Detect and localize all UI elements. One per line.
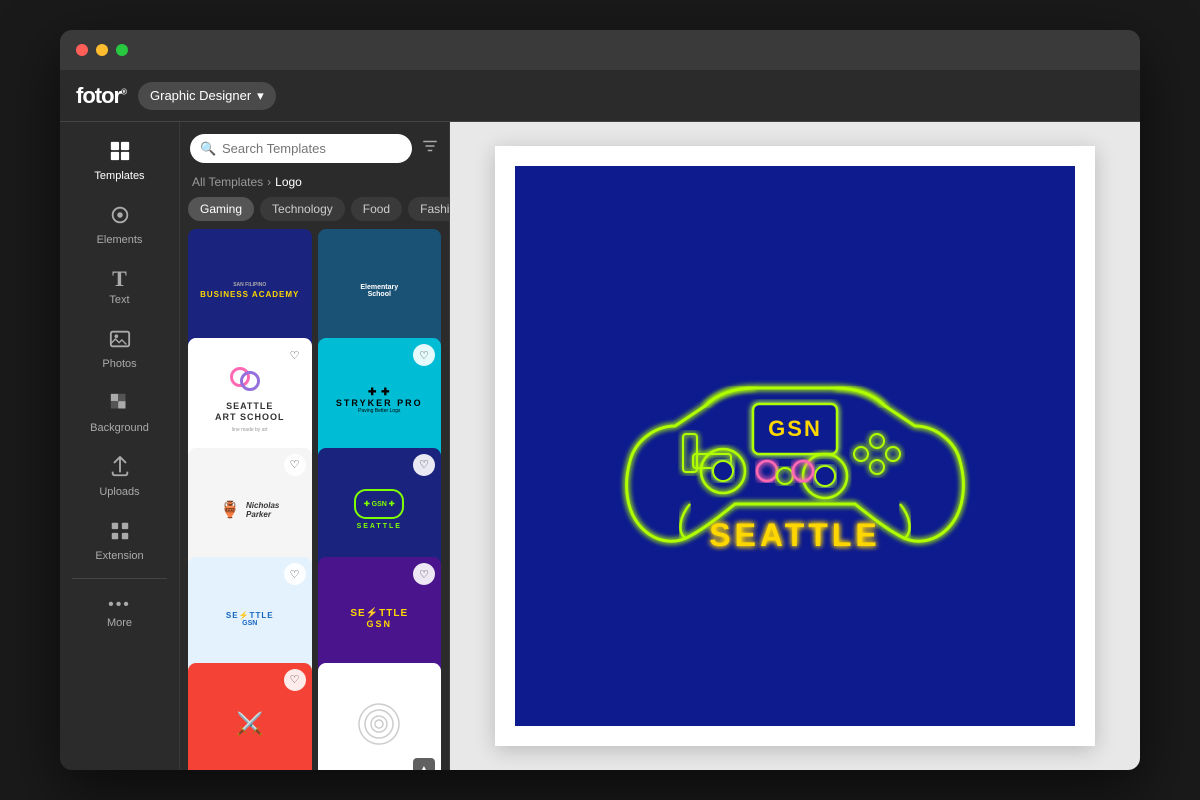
filter-button[interactable]	[421, 137, 439, 160]
more-icon: •••	[108, 597, 131, 613]
sidebar-item-elements[interactable]: Elements	[60, 194, 179, 254]
template-grid: SAN FILIPINO BUSINESS ACADEMY Elementary…	[180, 229, 449, 770]
sidebar-item-label: Templates	[94, 170, 144, 182]
text-icon: T	[112, 268, 127, 290]
template-card-2[interactable]: Elementary School	[318, 229, 442, 353]
tab-technology[interactable]: Technology	[260, 197, 345, 221]
tab-food[interactable]: Food	[351, 197, 402, 221]
sidebar-item-label: Photos	[102, 358, 136, 370]
close-button[interactable]	[76, 44, 88, 56]
template-card-1[interactable]: SAN FILIPINO BUSINESS ACADEMY	[188, 229, 312, 353]
sidebar-item-label: Extension	[95, 550, 143, 562]
mode-dropdown[interactable]: Graphic Designer ▾	[138, 82, 276, 110]
sidebar-item-text[interactable]: T Text	[60, 258, 179, 314]
top-bar: fotor® Graphic Designer ▾	[60, 70, 1140, 122]
sidebar-item-uploads[interactable]: Uploads	[60, 446, 179, 506]
template-card-3[interactable]: ♡ SEATTLEART SCHOOL line made by art	[188, 338, 312, 462]
template-card-10[interactable]: ▲	[318, 663, 442, 770]
breadcrumb: All Templates › Logo	[180, 171, 449, 197]
panel-search-area: 🔍	[180, 122, 449, 171]
search-icon: 🔍	[200, 141, 216, 157]
canvas-content[interactable]: GSN	[515, 166, 1075, 726]
templates-panel: 🔍 All Templates › Logo	[180, 122, 450, 770]
breadcrumb-current: Logo	[275, 175, 302, 189]
elements-icon	[109, 204, 131, 230]
sidebar-item-label: Text	[109, 294, 129, 306]
template-card-9[interactable]: ♡ ⚔️	[188, 663, 312, 770]
sidebar-item-more[interactable]: ••• More	[60, 587, 179, 637]
sidebar-item-label: Uploads	[99, 486, 139, 498]
sidebar-item-extension[interactable]: Extension	[60, 510, 179, 570]
sidebar-item-label: Elements	[97, 234, 143, 246]
sidebar-item-photos[interactable]: Photos	[60, 318, 179, 378]
template-card-6[interactable]: ♡ ✚ GSN ✚ SEATTLE	[318, 448, 442, 572]
tab-fashion[interactable]: Fashion	[408, 197, 449, 221]
svg-text:SEATTLE: SEATTLE	[709, 517, 880, 553]
background-icon	[109, 392, 131, 418]
canvas-area: GSN	[450, 122, 1140, 770]
templates-icon	[109, 140, 131, 166]
category-tabs: Gaming Technology Food Fashion ›	[180, 197, 449, 229]
canvas-wrapper: GSN	[495, 146, 1095, 746]
photos-icon	[109, 328, 131, 354]
gamepad-svg: GSN	[605, 316, 985, 576]
sidebar-item-background[interactable]: Background	[60, 382, 179, 442]
breadcrumb-separator: ›	[267, 175, 271, 189]
app-logo: fotor®	[76, 83, 126, 109]
sidebar-item-label: Background	[90, 422, 149, 434]
sidebar: Templates Elements T Text	[60, 122, 180, 770]
svg-text:GSN: GSN	[768, 416, 822, 441]
search-wrapper: 🔍	[190, 134, 413, 163]
maximize-button[interactable]	[116, 44, 128, 56]
titlebar	[60, 30, 1140, 70]
chevron-down-icon: ▾	[257, 88, 264, 104]
extension-icon	[109, 520, 131, 546]
uploads-icon	[109, 456, 131, 482]
search-input[interactable]	[190, 134, 412, 163]
tab-gaming[interactable]: Gaming	[188, 197, 254, 221]
minimize-button[interactable]	[96, 44, 108, 56]
main-layout: Templates Elements T Text	[60, 122, 1140, 770]
template-card-5[interactable]: ♡ 🏺 NicholasParker	[188, 448, 312, 572]
mode-label: Graphic Designer	[150, 88, 251, 103]
sidebar-item-label: More	[107, 617, 132, 629]
template-card-4[interactable]: ♡ ✚ ✚ STRYKER PRO Paving Better Logs	[318, 338, 442, 462]
breadcrumb-all[interactable]: All Templates	[192, 175, 263, 189]
sidebar-divider	[72, 578, 167, 579]
sidebar-item-templates[interactable]: Templates	[60, 130, 179, 190]
